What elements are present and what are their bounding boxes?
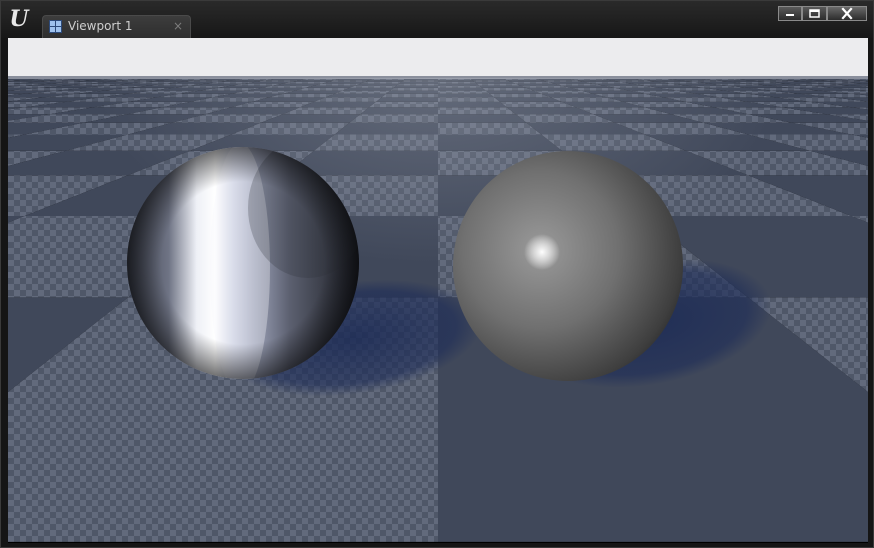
unreal-logo-icon: U [9, 6, 29, 32]
minimize-button[interactable] [778, 6, 802, 21]
tab-close-icon[interactable]: × [173, 19, 183, 34]
tab-viewport-1[interactable]: Viewport 1 × [42, 15, 191, 38]
viewport-grid-icon [49, 20, 62, 33]
scene-render [8, 76, 868, 543]
maximize-icon [809, 9, 820, 18]
viewport-3d[interactable] [8, 38, 868, 543]
close-icon [841, 7, 853, 20]
specular-highlight [524, 234, 560, 270]
maximize-button[interactable] [802, 6, 827, 21]
close-button[interactable] [827, 6, 867, 21]
title-bar[interactable]: U Viewport 1 × [1, 1, 873, 38]
gray-sphere[interactable] [453, 151, 683, 381]
minimize-icon [786, 14, 794, 16]
tab-label: Viewport 1 [68, 19, 133, 33]
editor-window: U Viewport 1 × [0, 0, 874, 548]
